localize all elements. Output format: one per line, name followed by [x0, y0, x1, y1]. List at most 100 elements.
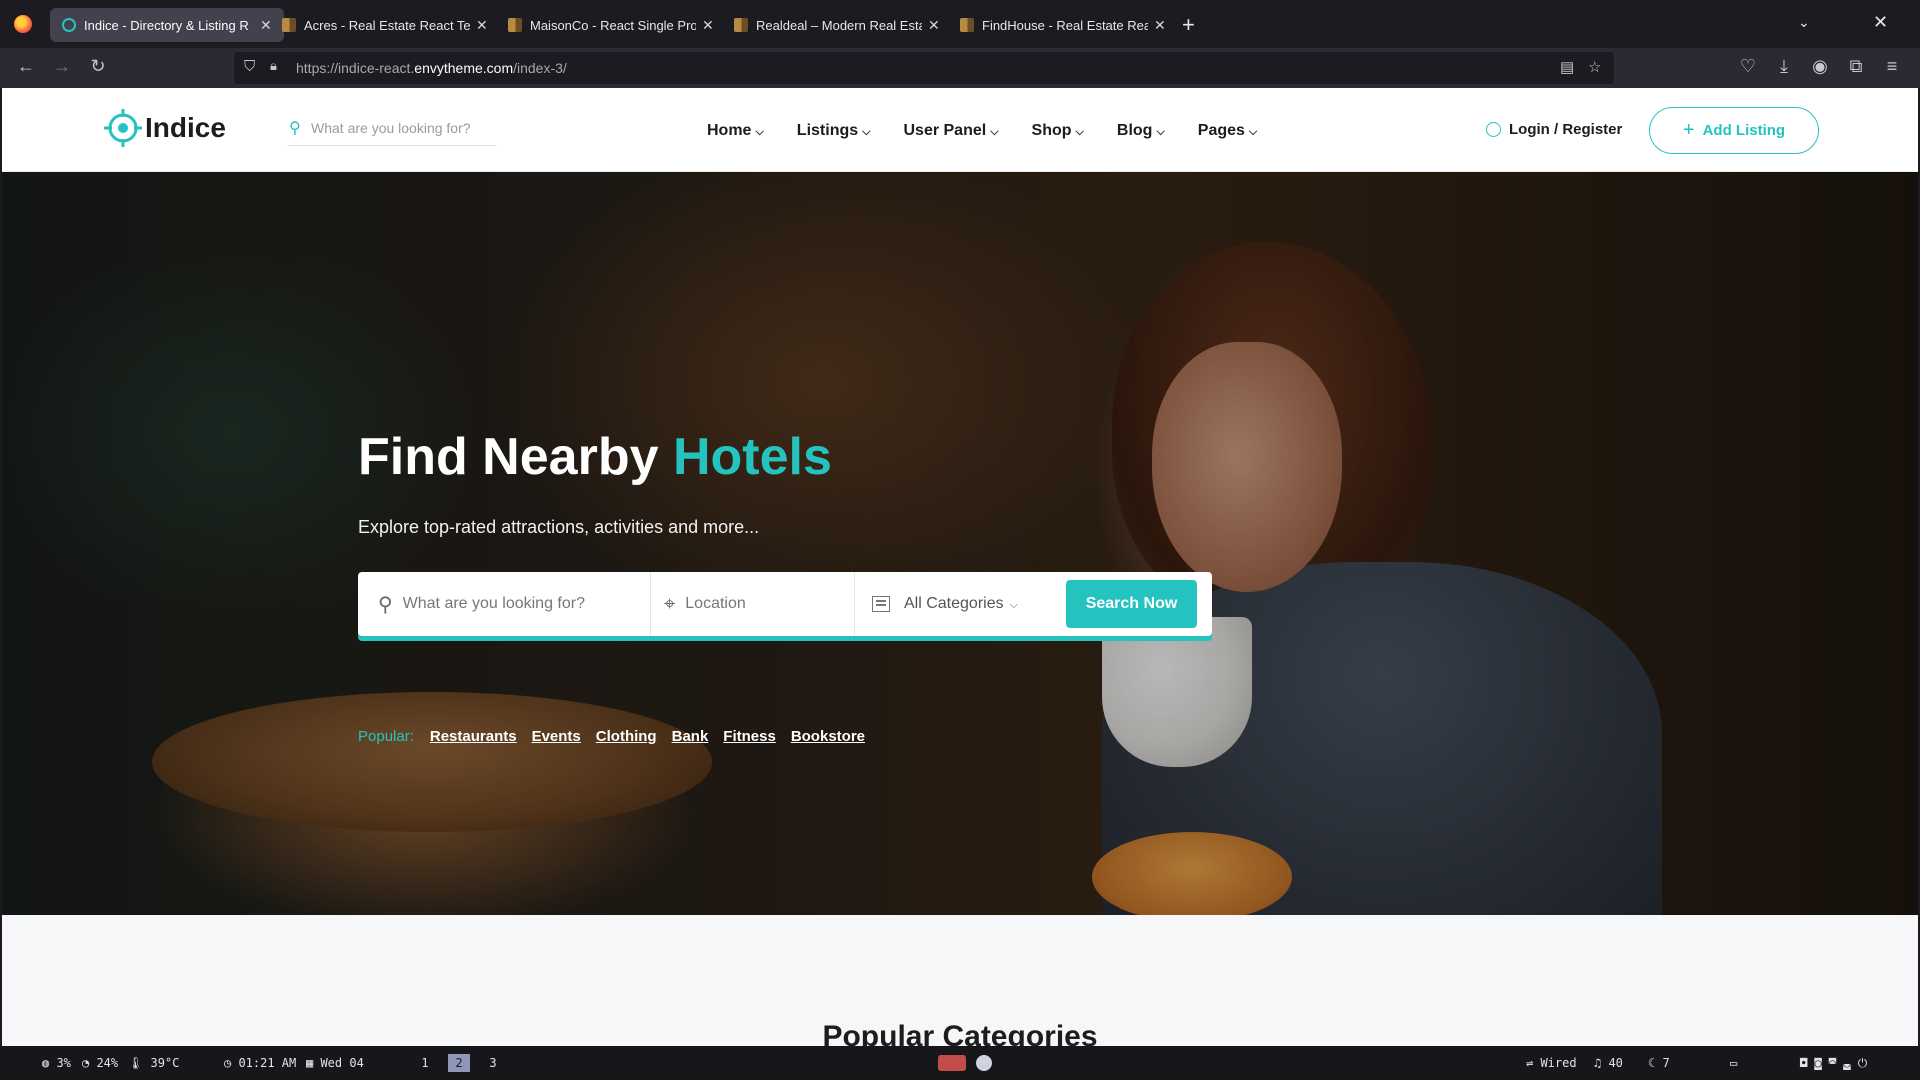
- nav-label: User Panel: [903, 122, 987, 139]
- volume-indicator: ♫ 40: [1594, 1056, 1623, 1070]
- nav-home[interactable]: Home ⌵: [707, 122, 764, 140]
- keyword-input[interactable]: [402, 595, 633, 613]
- tab-realdeal[interactable]: Realdeal – Modern Real Esta ✕: [722, 8, 952, 42]
- nav-shop[interactable]: Shop ⌵: [1032, 122, 1084, 140]
- tab-title: FindHouse - Real Estate Rea: [982, 17, 1148, 33]
- field-divider: [854, 572, 855, 636]
- close-tab-icon[interactable]: ✕: [476, 17, 488, 34]
- network-value: Wired: [1540, 1056, 1577, 1070]
- downloads-icon[interactable]: ⤓: [1772, 56, 1796, 77]
- workspace-3[interactable]: 3: [482, 1054, 504, 1072]
- reader-view-icon[interactable]: ▤: [1560, 58, 1574, 76]
- bookmark-star-icon[interactable]: ☆: [1588, 58, 1601, 76]
- search-now-button[interactable]: Search Now: [1066, 580, 1197, 628]
- new-tab-button[interactable]: +: [1182, 12, 1195, 38]
- tab-acres[interactable]: Acres - Real Estate React Te ✕: [270, 8, 500, 42]
- popular-link-events[interactable]: Events: [532, 728, 581, 745]
- chevron-down-icon: ⌵: [1248, 126, 1258, 138]
- location-field: ⌖: [664, 572, 844, 636]
- login-register-link[interactable]: Login / Register: [1486, 121, 1622, 138]
- nav-blog[interactable]: Blog ⌵: [1117, 122, 1165, 140]
- document-favicon-icon: [734, 18, 748, 32]
- popular-link-clothing[interactable]: Clothing: [596, 728, 657, 745]
- close-tab-icon[interactable]: ✕: [702, 17, 714, 34]
- workspace-2[interactable]: 2: [448, 1054, 470, 1072]
- memory-value: 24%: [96, 1056, 119, 1070]
- keyword-field: ⚲: [378, 572, 648, 636]
- forward-icon[interactable]: →: [50, 56, 74, 77]
- app-menu-icon[interactable]: ≡: [1880, 56, 1904, 77]
- tab-maisonco[interactable]: MaisonCo - React Single Pro ✕: [496, 8, 726, 42]
- reload-icon[interactable]: ↻: [86, 56, 110, 77]
- nav-user-panel[interactable]: User Panel ⌵: [903, 122, 998, 140]
- popular-link-restaurants[interactable]: Restaurants: [430, 728, 517, 745]
- shield-icon[interactable]: ⛉: [244, 58, 255, 75]
- popular-label: Popular:: [358, 728, 414, 745]
- hero-title: Find Nearby Hotels: [358, 427, 832, 487]
- tray-icons[interactable]: ◘ ◙ ◚ ◛ ⏻: [1800, 1056, 1867, 1071]
- hero-title-accent: Hotels: [672, 428, 832, 486]
- firefox-menu-icon[interactable]: [14, 15, 32, 33]
- section-title: Popular Categories: [822, 1020, 1098, 1046]
- plus-icon: +: [1682, 119, 1695, 141]
- tab-title: MaisonCo - React Single Pro: [530, 17, 696, 33]
- location-pin-icon: ⌖: [664, 592, 676, 615]
- address-bar[interactable]: ⛉ 🔒︎ https://indice-react.envytheme.com/…: [234, 52, 1614, 84]
- popular-link-bank[interactable]: Bank: [672, 728, 709, 745]
- add-listing-label: Add Listing: [1702, 122, 1786, 139]
- brightness-value: 7: [1662, 1056, 1670, 1070]
- workspace-1[interactable]: 1: [414, 1054, 436, 1072]
- document-favicon-icon: [960, 18, 974, 32]
- nav-pages[interactable]: Pages ⌵: [1198, 122, 1257, 140]
- account-icon[interactable]: ◉: [1808, 56, 1832, 77]
- temperature-indicator: 🌡︎ 39°C: [128, 1056, 180, 1070]
- chevron-down-icon: ⌵: [1156, 126, 1165, 138]
- date-indicator: ▦ Wed 04: [306, 1056, 364, 1070]
- brightness-indicator: ☾ 7: [1648, 1056, 1670, 1070]
- list-all-tabs-chevron-icon[interactable]: ⌄: [1798, 14, 1810, 31]
- pocket-icon[interactable]: ♡: [1736, 56, 1760, 77]
- popular-searches: Popular: Restaurants Events Clothing Ban…: [358, 728, 880, 745]
- tab-indice[interactable]: Indice - Directory & Listing R ✕: [50, 8, 284, 42]
- nav-listings[interactable]: Listings ⌵: [797, 122, 871, 140]
- app-taskbar-icon[interactable]: [976, 1055, 992, 1071]
- main-nav: Home ⌵ Listings ⌵ User Panel ⌵ Shop ⌵ Blog ⌵ …: [707, 122, 1290, 140]
- target-logo-icon: [104, 109, 142, 147]
- list-icon: [872, 596, 890, 612]
- tab-title: Realdeal – Modern Real Esta: [756, 17, 922, 33]
- category-value: All Categories: [904, 595, 1004, 612]
- popular-link-bookstore[interactable]: Bookstore: [791, 728, 865, 745]
- firefox-taskbar-icon[interactable]: [938, 1055, 966, 1071]
- brand-logo[interactable]: Indice: [103, 108, 226, 148]
- system-status-bar: ◍ 3% ◔ 24% 🌡︎ 39°C ◷ 01:21 AM ▦ Wed 04 1…: [0, 1046, 1920, 1080]
- network-indicator: ⇌ Wired: [1526, 1056, 1577, 1070]
- hero-title-lead: Find Nearby: [358, 428, 659, 486]
- indice-favicon-icon: [62, 18, 76, 32]
- nav-label: Blog: [1116, 122, 1153, 139]
- display-icon[interactable]: ▭: [1730, 1056, 1737, 1070]
- url-text[interactable]: https://indice-react.envytheme.com/index…: [296, 60, 567, 76]
- back-icon[interactable]: ←: [14, 56, 38, 77]
- lock-icon[interactable]: 🔒︎: [270, 58, 277, 74]
- tab-findhouse[interactable]: FindHouse - Real Estate Rea ✕: [948, 8, 1178, 42]
- memory-indicator: ◔ 24%: [82, 1056, 119, 1070]
- nav-label: Listings: [796, 122, 859, 139]
- popular-link-fitness[interactable]: Fitness: [723, 728, 776, 745]
- document-favicon-icon: [282, 18, 296, 32]
- window-close-icon[interactable]: ✕: [1873, 12, 1888, 33]
- add-listing-button[interactable]: + Add Listing: [1649, 107, 1819, 154]
- close-tab-icon[interactable]: ✕: [928, 17, 940, 34]
- hero-subtitle: Explore top-rated attractions, activitie…: [358, 517, 760, 537]
- header-search-input[interactable]: [311, 120, 491, 136]
- cpu-indicator: ◍ 3%: [42, 1056, 71, 1070]
- nav-label: Pages: [1197, 122, 1245, 139]
- nav-label: Shop: [1031, 122, 1072, 139]
- url-path: /index-3/: [513, 60, 567, 76]
- category-select[interactable]: All Categories ⌵: [872, 572, 1052, 636]
- chevron-down-icon: ⌵: [1009, 599, 1018, 611]
- location-input[interactable]: [685, 595, 826, 613]
- user-icon: [1486, 122, 1501, 137]
- chevron-down-icon: ⌵: [755, 126, 764, 138]
- extensions-icon[interactable]: ⧉: [1844, 56, 1868, 77]
- close-tab-icon[interactable]: ✕: [1154, 17, 1166, 34]
